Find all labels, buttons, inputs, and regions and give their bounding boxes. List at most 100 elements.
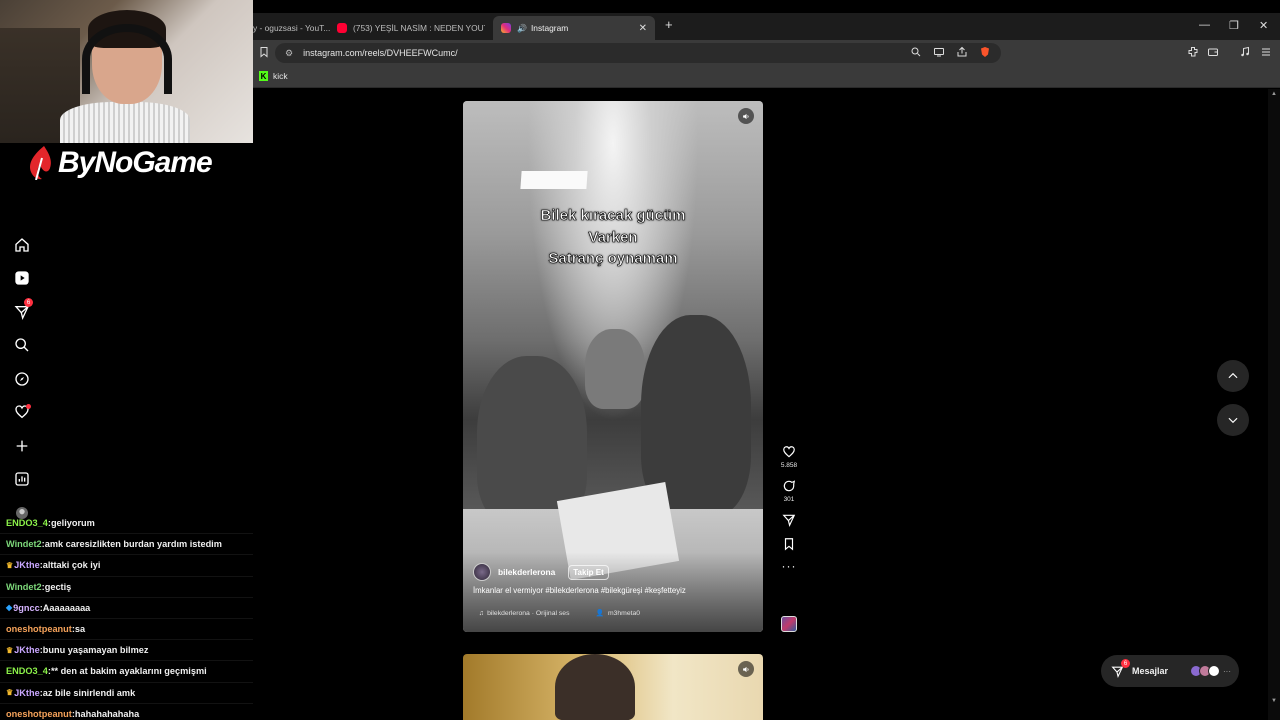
speaker-icon [742,666,749,672]
minimize-button[interactable]: — [1199,19,1210,31]
tab-youtube-1[interactable]: y - oguzsasi - YouT... [253,16,331,40]
tab-instagram[interactable]: 🔊 Instagram ✕ [493,16,655,40]
chat-message: oneshotpeanut: sa [0,619,273,641]
chat-message: Windet2: gectiş [0,577,273,598]
avatar [1208,665,1220,677]
chat-username[interactable]: JKthe [14,560,40,570]
reel-description[interactable]: İmkanlar el vermiyor #bilekderlerona #bi… [473,586,686,595]
chat-text: amk caresizlikten burdan yardım istedim [44,539,222,550]
flame-logo-icon [28,146,54,181]
tab-youtube-2[interactable]: (753) YEŞİL NASİM : NEDEN YOUTUB... [337,16,485,40]
scroll-up-icon[interactable]: ▲ [1271,91,1277,97]
chat-username[interactable]: ENDO3_4 [6,518,48,528]
tab-title: (753) YEŞİL NASİM : NEDEN YOUTUB... [353,23,485,33]
restore-button[interactable]: ❐ [1229,19,1239,32]
more-icon: ··· [781,559,797,573]
crown-badge-icon: ♛ [6,560,14,570]
caption-line: Bilek kıracak gücüm [540,207,686,225]
brave-shield-icon[interactable] [978,45,992,59]
like-count: 5.858 [780,462,798,469]
chat-text: gectiş [44,581,72,592]
chat-username[interactable]: Windet2 [6,582,42,592]
nav-home[interactable] [0,228,44,262]
messages-button[interactable]: 6 Mesajlar ··· [1101,655,1239,687]
mute-button[interactable] [738,108,754,124]
notification-dot [26,403,31,409]
chat-username[interactable]: 9gncc [13,603,40,613]
reel-video[interactable]: Bilek kıracak gücüm Varken Satranç oynam… [463,101,763,632]
youtube-icon [337,23,347,33]
close-tab-icon[interactable]: ✕ [639,23,647,34]
tagged-user-icon: 👤 [595,610,604,617]
reel-caption: Bilek kıracak gücüm Varken Satranç oynam… [463,205,763,270]
audio-label[interactable]: bilekderlerona · Orijinal ses [487,610,569,617]
instagram-icon [501,23,511,33]
chat-username[interactable]: JKthe [14,645,40,655]
scroll-down-icon[interactable]: ▼ [1271,698,1277,704]
nav-explore[interactable] [0,362,44,396]
new-tab-button[interactable]: + [665,17,673,32]
url-text: instagram.com/reels/DVHEEFWCumc/ [303,48,458,58]
bookmark-kick[interactable]: K kick [259,71,288,81]
nav-create[interactable] [0,429,44,463]
chat-username[interactable]: oneshotpeanut [6,709,72,719]
site-settings-icon[interactable]: ⚙ [285,48,293,59]
chat-text: geliyorum [50,518,95,529]
nav-direct[interactable]: 6 [0,295,44,329]
reel-author: bilekderlerona Takip Et [473,563,609,581]
next-reel-preview[interactable] [463,654,763,720]
instagram-page: ▲ ▼ Bilek kıracak gücüm Varken Satranç o… [253,89,1280,720]
nav-notifications[interactable] [0,396,44,430]
brand-logo: ByNoGame [28,146,213,181]
cast-icon[interactable] [932,45,946,59]
scrollbar[interactable]: ▲ ▼ [1268,89,1280,720]
send-icon [782,514,796,527]
chat-username[interactable]: JKthe [14,688,40,698]
chat-username[interactable]: oneshotpeanut [6,624,72,634]
chat-message: ♛ JKthe: bunu yaşamayan bilmez [0,640,273,662]
bookmark-icon[interactable] [257,45,271,59]
chat-username[interactable]: Windet2 [6,539,42,549]
tagged-user[interactable]: m3hmeta0 [608,610,640,617]
chat-text: Aaaaaaaaa [42,602,91,613]
author-avatar[interactable] [473,563,491,581]
heart-icon [783,446,795,458]
follow-button[interactable]: Takip Et [568,564,609,580]
stream-chat: ENDO3_4: geliyorum Windet2: amk caresizli… [0,513,273,720]
share-icon[interactable] [955,45,969,59]
chat-message: oneshotpeanut: hahahahahaha [0,704,273,720]
headset-icon [82,24,172,94]
brand-name: ByNoGame [58,146,213,179]
nav-search[interactable] [0,329,44,363]
webcam-overlay [0,0,253,143]
zoom-icon[interactable] [909,45,923,59]
crown-badge-icon: ♛ [6,688,14,698]
like-button[interactable]: 5.858 [777,445,801,469]
media-control-icon[interactable] [1238,45,1252,59]
chevron-down-icon [1228,417,1238,424]
comment-button[interactable]: 301 [777,479,801,503]
address-bar[interactable]: ⚙ instagram.com/reels/DVHEEFWCumc/ [275,43,1001,63]
share-button[interactable] [777,513,801,527]
audio-thumbnail[interactable] [781,616,797,632]
author-name[interactable]: bilekderlerona [498,567,555,577]
nav-dashboard[interactable] [0,463,44,497]
next-reel-button[interactable] [1217,404,1249,436]
nav-reels[interactable] [0,262,44,296]
extensions-icon[interactable] [1186,45,1200,59]
more-options-button[interactable]: ··· [777,559,801,573]
message-avatars: ··· [1190,665,1231,677]
speaker-icon: 🔊 [517,23,527,33]
wallet-icon[interactable] [1206,45,1220,59]
chat-username[interactable]: ENDO3_4 [6,666,48,676]
next-reel-mute-button[interactable] [738,661,754,677]
reels-icon [15,271,29,285]
chat-message: Windet2: amk caresizlikten burdan yardım… [0,534,273,556]
menu-icon[interactable] [1259,45,1273,59]
next-reel-person [555,654,635,720]
chat-text: sa [74,624,86,635]
save-button[interactable] [777,537,801,551]
previous-reel-button[interactable] [1217,360,1249,392]
chat-text: az bile sinirlendi amk [42,687,136,698]
close-window-button[interactable]: ✕ [1259,19,1268,32]
